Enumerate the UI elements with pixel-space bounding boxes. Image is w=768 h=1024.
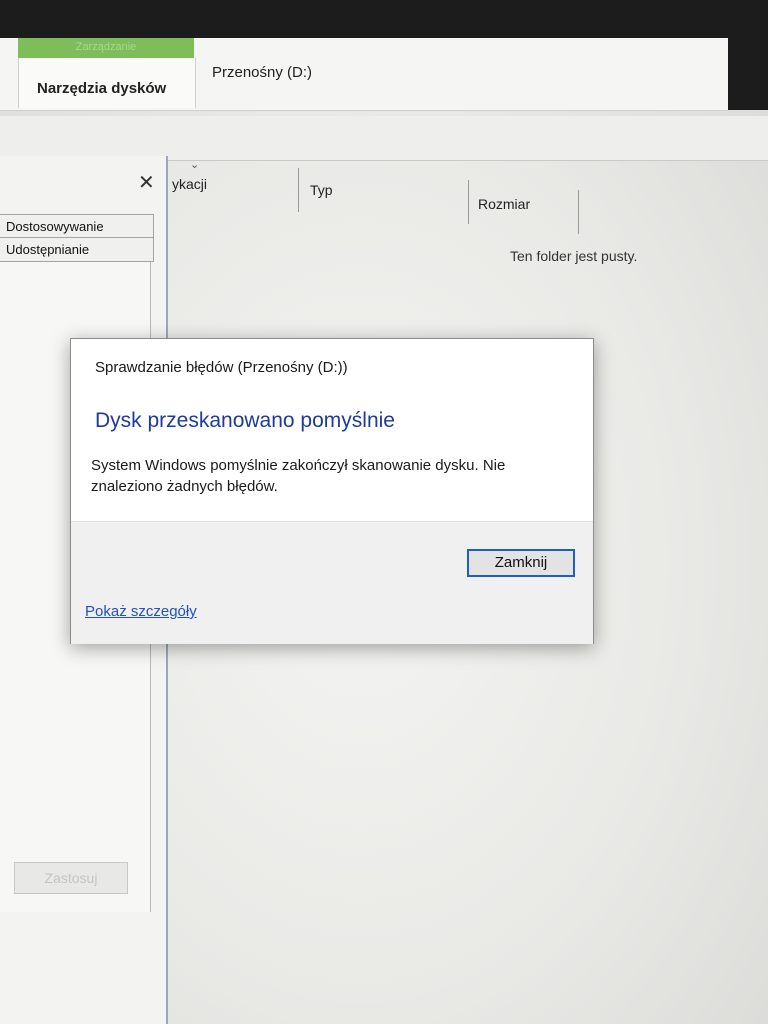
column-separator[interactable]	[578, 190, 579, 234]
column-header-type[interactable]: Typ	[310, 182, 333, 198]
column-separator[interactable]	[298, 168, 299, 212]
sort-chevron-icon: ⌄	[190, 159, 200, 171]
apply-button[interactable]: Zastosuj	[14, 862, 128, 894]
window-title: Przenośny (D:)	[212, 64, 313, 81]
column-header-modified[interactable]: ykacji	[172, 176, 207, 192]
close-button[interactable]: Zamknij	[467, 549, 575, 577]
error-check-dialog: Sprawdzanie błędów (Przenośny (D:)) Dysk…	[70, 338, 594, 644]
close-icon[interactable]: ✕	[138, 170, 155, 195]
dialog-heading: Dysk przeskanowano pomyślnie	[95, 409, 395, 432]
dialog-footer	[71, 521, 593, 644]
monitor-bezel-right	[728, 0, 768, 110]
monitor-bezel	[0, 0, 768, 40]
contextual-tab-header-label: Zarządzanie	[75, 41, 137, 53]
show-details-link[interactable]: Pokaż szczegóły	[85, 603, 197, 620]
empty-folder-message: Ten folder jest pusty.	[510, 248, 638, 264]
tab-drive-tools[interactable]: Narzędzia dysków	[18, 58, 196, 108]
tab-customize[interactable]: Dostosowywanie	[0, 214, 154, 238]
dialog-title: Sprawdzanie błędów (Przenośny (D:))	[95, 359, 348, 376]
dialog-message: System Windows pomyślnie zakończył skano…	[91, 457, 506, 495]
column-header-size[interactable]: Rozmiar	[478, 196, 530, 212]
tab-drive-tools-label: Narzędzia dysków	[37, 80, 167, 97]
tab-sharing[interactable]: Udostępnianie	[0, 238, 154, 262]
column-separator[interactable]	[468, 180, 469, 224]
contextual-tab-header: Zarządzanie	[18, 38, 194, 58]
properties-tabs: Dostosowywanie Udostępnianie	[0, 214, 154, 262]
address-bar	[0, 116, 768, 161]
